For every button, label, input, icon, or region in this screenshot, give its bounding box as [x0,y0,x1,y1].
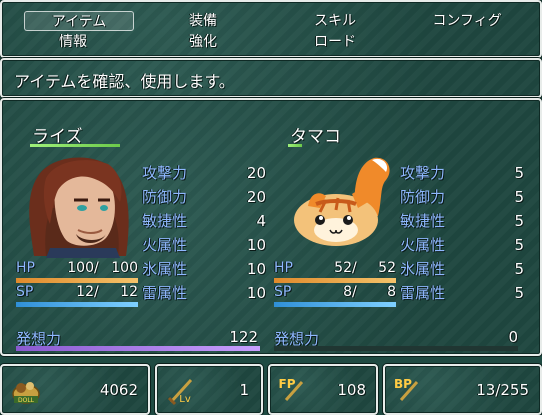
param-label: 雷属性 [142,284,188,302]
param-row: 防御力 5 [400,186,524,208]
param-row: 氷属性 5 [400,258,524,280]
param-row: 氷属性 10 [142,258,266,280]
sp-gauge-bar [16,302,138,307]
hp-current: 100 [67,260,94,276]
level-icon: Lv [165,374,197,406]
hp-separator: / [352,260,357,276]
param-row: 雷属性 5 [400,282,524,304]
param-label: 氷属性 [142,260,188,278]
param-label: 敏捷性 [142,212,188,230]
command-window: アイテム 装備 スキル コンフィグ 情報 強化 ロード [0,0,542,58]
sp-current: 12 [76,284,94,300]
menu-item-enhance[interactable]: 強化 [148,32,258,52]
actor-name-underline [288,144,302,147]
param-label: 火属性 [400,236,446,254]
param-value: 5 [514,188,524,206]
param-value: 5 [514,260,524,278]
menu-item-equip[interactable]: 装備 [148,11,258,31]
menu-item-info[interactable]: 情報 [18,32,128,52]
fp-icon-label: FP [279,377,296,391]
bp-value: 13/255 [476,381,529,399]
menu-item-skill[interactable]: スキル [280,11,390,31]
param-row: 防御力 20 [142,186,266,208]
hp-label: HP [16,260,35,276]
hp-separator: / [94,260,99,276]
actor-portrait-rize [16,148,136,258]
param-label: 攻撃力 [142,164,188,182]
param-value: 5 [514,236,524,254]
hp-gauge-bar [274,278,396,283]
sp-gauge-fill [274,302,396,307]
sp-label: SP [16,284,34,300]
hp-gauge-fill [16,278,138,283]
help-text: アイテムを確認、使用します。 [14,72,235,91]
param-label: 火属性 [142,236,188,254]
sp-max: 8 [387,284,396,300]
sp-label: SP [274,284,292,300]
hasso-value: 122 [229,328,258,346]
status-window: ライズ 攻撃力 20 防御力 20 敏捷性 4 火属性 10 氷属性 10 雷属… [0,98,542,356]
doll-icon-label: DOLL [18,397,35,404]
actor-name-underline [30,144,120,147]
param-value: 10 [246,284,266,302]
param-value: 5 [514,212,524,230]
sp-separator: / [352,284,357,300]
menu-item-config[interactable]: コンフィグ [412,11,522,31]
hp-gauge-bar [16,278,138,283]
param-row: 雷属性 10 [142,282,266,304]
sp-gauge-fill [16,302,138,307]
level-window: Lv 1 [155,364,263,415]
bp-window: BP 13/255 [383,364,542,415]
fp-window: FP 108 [268,364,378,415]
param-label: 防御力 [400,188,446,206]
hasso-gauge-bar [274,346,518,351]
param-label: 敏捷性 [400,212,446,230]
menu-item-load[interactable]: ロード [280,32,390,52]
hp-gauge-fill [274,278,396,283]
param-label: 雷属性 [400,284,446,302]
sp-separator: / [94,284,99,300]
sp-current: 8 [343,284,352,300]
sp-gauge-bar [274,302,396,307]
param-value: 20 [246,164,266,182]
param-label: 防御力 [142,188,188,206]
fp-icon: FP [278,374,310,406]
param-row: 攻撃力 5 [400,162,524,184]
param-label: 氷属性 [400,260,446,278]
level-value: 1 [239,381,249,399]
hasso-value: 0 [508,328,518,346]
menu-item-items[interactable]: アイテム [24,11,134,31]
fp-value: 108 [337,381,366,399]
param-value: 5 [514,164,524,182]
gold-window: DOLL 4062 [0,364,150,415]
param-value: 20 [246,188,266,206]
hasso-gauge-bar [16,346,260,351]
param-value: 5 [514,284,524,302]
param-row: 火属性 5 [400,234,524,256]
bp-icon-label: BP [394,377,412,391]
param-value: 10 [246,236,266,254]
doll-icon: DOLL [10,374,42,406]
sp-max: 12 [120,284,138,300]
actor-portrait-tamako [286,150,396,250]
param-row: 敏捷性 5 [400,210,524,232]
hp-max: 52 [378,260,396,276]
param-row: 敏捷性 4 [142,210,266,232]
param-row: 火属性 10 [142,234,266,256]
help-window: アイテムを確認、使用します。 [0,58,542,98]
level-icon-label: Lv [179,394,191,405]
param-row: 攻撃力 20 [142,162,266,184]
hp-max: 100 [111,260,138,276]
gold-value: 4062 [99,381,138,399]
param-value: 10 [246,260,266,278]
param-label: 攻撃力 [400,164,446,182]
param-value: 4 [256,212,266,230]
bp-icon: BP [393,374,425,406]
hp-label: HP [274,260,293,276]
hasso-gauge-fill [16,346,260,351]
hp-current: 52 [334,260,352,276]
